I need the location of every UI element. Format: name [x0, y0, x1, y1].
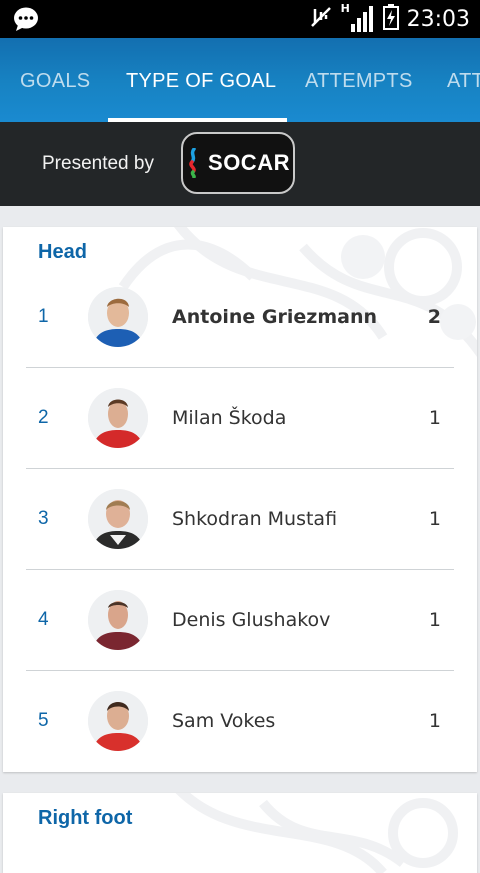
tab-attempts-on-target[interactable]: ATT	[447, 38, 480, 122]
section-card-head: Head 1 Antoine Griezmann 2 2 Milan Škoda…	[3, 227, 477, 772]
socar-flame-icon	[189, 148, 196, 178]
tab-type-of-goal[interactable]: TYPE OF GOAL	[126, 38, 276, 122]
player-avatar	[88, 287, 148, 347]
card-background-pattern	[175, 793, 458, 873]
socar-logo-text: SOCAR	[208, 150, 290, 175]
player-avatar	[88, 590, 148, 650]
player-avatar	[88, 388, 148, 448]
player-rank: 1	[38, 306, 49, 327]
player-goal-count: 1	[428, 710, 441, 732]
tab-goals[interactable]: GOALS	[20, 38, 90, 122]
player-name: Milan Škoda	[172, 407, 287, 429]
socar-logo[interactable]: SOCAR	[181, 132, 295, 194]
player-rank: 2	[38, 407, 49, 428]
battery-charging-icon	[382, 4, 399, 34]
player-goal-count: 1	[428, 508, 441, 530]
player-row[interactable]: 5 Sam Vokes 1	[3, 671, 477, 772]
player-name: Shkodran Mustafi	[172, 508, 338, 530]
section-title-head: Head	[38, 241, 87, 263]
mute-icon	[309, 5, 333, 33]
player-avatar	[88, 489, 148, 549]
player-row[interactable]: 4 Denis Glushakov 1	[3, 570, 477, 671]
status-bar: H 23:03	[0, 0, 480, 38]
player-rank: 3	[38, 508, 49, 529]
tab-bar: GOALS TYPE OF GOAL ATTEMPTS ATT	[0, 38, 480, 122]
signal-icon: H	[341, 2, 375, 34]
player-avatar	[88, 691, 148, 751]
section-title-right-foot: Right foot	[38, 807, 133, 829]
player-rank: 4	[38, 609, 49, 630]
sponsor-banner: Presented by SOCAR	[0, 122, 480, 206]
presented-by-label: Presented by	[42, 153, 154, 174]
player-goal-count: 2	[427, 306, 441, 328]
player-row[interactable]: 1 Antoine Griezmann 2	[3, 267, 477, 368]
tab-attempts[interactable]: ATTEMPTS	[305, 38, 413, 122]
player-rank: 5	[38, 710, 49, 731]
player-row[interactable]: 3 Shkodran Mustafi 1	[3, 469, 477, 570]
player-name: Antoine Griezmann	[172, 306, 378, 328]
section-card-right-foot: Right foot	[3, 793, 477, 873]
player-row[interactable]: 2 Milan Škoda 1	[3, 368, 477, 469]
player-name: Denis Glushakov	[172, 609, 331, 631]
clock: 23:03	[406, 6, 470, 32]
player-name: Sam Vokes	[172, 710, 276, 732]
chat-bubble-icon	[12, 6, 40, 32]
player-goal-count: 1	[428, 609, 441, 631]
player-goal-count: 1	[428, 407, 441, 429]
